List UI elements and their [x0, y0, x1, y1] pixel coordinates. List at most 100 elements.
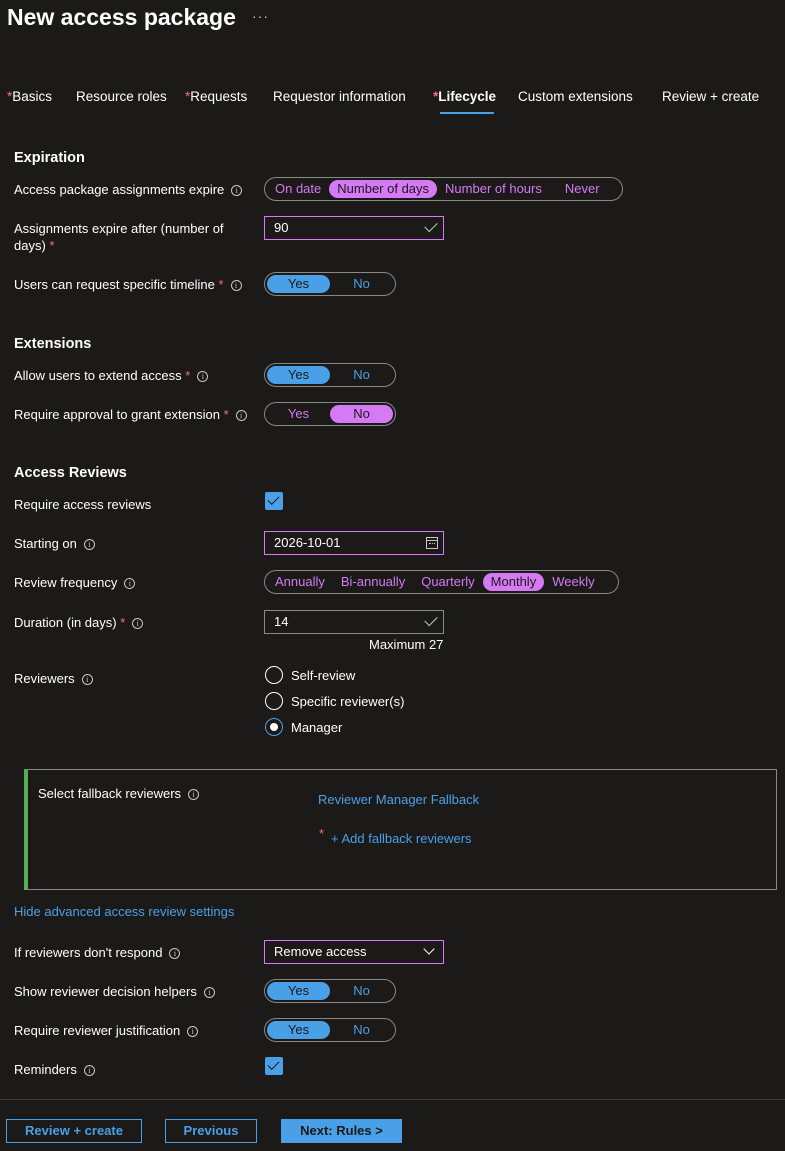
toggle-no[interactable]: No [330, 275, 393, 293]
valid-check-icon [424, 218, 438, 233]
frequency-option-quarterly[interactable]: Quarterly [413, 573, 482, 591]
info-icon[interactable]: i [187, 1026, 199, 1038]
tab-label: Custom extensions [518, 89, 633, 104]
radio-label-self-review[interactable]: Self-review [291, 668, 355, 683]
info-icon[interactable]: i [132, 618, 144, 630]
required-marker: * [120, 615, 126, 630]
reviewers-label-text: Reviewers [14, 671, 75, 686]
toggle-no[interactable]: No [330, 982, 393, 1000]
frequency-choice-group[interactable]: Annually Bi-annually Quarterly Monthly W… [264, 570, 619, 594]
access-reviews-heading: Access Reviews [14, 465, 127, 481]
no-response-label: If reviewers don't respond i [14, 944, 181, 961]
fallback-reviewer-link[interactable]: Reviewer Manager Fallback [318, 792, 479, 807]
tab-label: Requestor information [273, 89, 406, 104]
hide-advanced-settings-link[interactable]: Hide advanced access review settings [14, 904, 234, 919]
justification-toggle[interactable]: Yes No [264, 1018, 396, 1042]
info-icon[interactable]: i [235, 410, 247, 422]
page-title: New access package [7, 4, 236, 30]
info-icon[interactable]: i [83, 1065, 95, 1077]
days-input[interactable]: 90 [264, 216, 444, 240]
info-icon[interactable]: i [197, 371, 209, 383]
toggle-yes[interactable]: Yes [267, 366, 330, 384]
reviewers-label: Reviewers i [14, 670, 93, 687]
info-icon[interactable]: i [230, 280, 242, 292]
active-tab-indicator [440, 112, 494, 114]
toggle-yes[interactable]: Yes [267, 1021, 330, 1039]
info-icon[interactable]: i [169, 948, 181, 960]
expire-choice-group[interactable]: On date Number of days Number of hours N… [264, 177, 623, 201]
tab-custom-extensions[interactable]: Custom extensions [518, 89, 633, 104]
tab-label: Basics [12, 89, 53, 104]
toggle-no[interactable]: No [330, 405, 393, 423]
tab-label: Review + create [662, 89, 760, 104]
expire-option-number-of-days[interactable]: Number of days [329, 180, 438, 198]
toggle-yes[interactable]: Yes [267, 275, 330, 293]
expire-option-never[interactable]: Never [557, 180, 608, 198]
review-create-button[interactable]: Review + create [6, 1119, 142, 1143]
starting-label-text: Starting on [14, 536, 77, 551]
tab-requestor-information[interactable]: Requestor information [273, 89, 406, 104]
helpers-toggle[interactable]: Yes No [264, 979, 396, 1003]
expiration-heading: Expiration [14, 150, 85, 166]
justification-label: Require reviewer justification i [14, 1022, 199, 1039]
extend-label: Allow users to extend access * i [14, 367, 209, 384]
toggle-yes[interactable]: Yes [267, 982, 330, 1000]
radio-specific-reviewers[interactable] [265, 692, 283, 710]
tab-label: Resource roles [76, 89, 167, 104]
info-icon[interactable]: i [124, 578, 136, 590]
info-icon[interactable]: i [83, 539, 95, 551]
days-label-line1: Assignments expire after (number of [14, 221, 224, 236]
toggle-no[interactable]: No [330, 1021, 393, 1039]
approval-label: Require approval to grant extension * i [14, 406, 247, 423]
expire-option-number-of-hours[interactable]: Number of hours [437, 180, 550, 198]
tab-label: Requests [190, 89, 248, 104]
reminders-checkbox[interactable] [265, 1057, 283, 1075]
fallback-label-text: Select fallback reviewers [38, 786, 182, 801]
expire-option-on-date[interactable]: On date [267, 180, 329, 198]
require-reviews-checkbox[interactable] [265, 492, 283, 510]
tab-resource-roles[interactable]: Resource roles [76, 89, 167, 104]
reminders-label: Reminders i [14, 1061, 95, 1078]
approval-toggle[interactable]: Yes No [264, 402, 396, 426]
tab-review-create[interactable]: Review + create [662, 89, 759, 104]
no-response-label-text: If reviewers don't respond [14, 945, 163, 960]
no-response-dropdown[interactable]: Remove access [264, 940, 444, 964]
add-fallback-reviewers-link[interactable]: + Add fallback reviewers [331, 831, 472, 846]
radio-manager[interactable] [265, 718, 283, 736]
previous-button[interactable]: Previous [165, 1119, 257, 1143]
frequency-option-bi-annually[interactable]: Bi-annually [333, 573, 413, 591]
timeline-label: Users can request specific timeline * i [14, 276, 242, 293]
duration-input-value: 14 [274, 614, 289, 629]
next-rules-button[interactable]: Next: Rules > [281, 1119, 402, 1143]
days-label-line2: days) [14, 238, 46, 253]
extend-toggle[interactable]: Yes No [264, 363, 396, 387]
timeline-toggle[interactable]: Yes No [264, 272, 396, 296]
duration-input[interactable]: 14 [264, 610, 444, 634]
info-icon[interactable]: i [203, 987, 215, 999]
frequency-option-monthly[interactable]: Monthly [482, 573, 545, 591]
info-icon[interactable]: i [188, 789, 200, 801]
frequency-label: Review frequency i [14, 574, 136, 591]
more-options-icon[interactable]: ··· [252, 8, 269, 24]
days-input-value: 90 [274, 220, 289, 235]
frequency-option-weekly[interactable]: Weekly [544, 573, 602, 591]
tab-requests[interactable]: *Requests [185, 89, 247, 104]
justification-label-text: Require reviewer justification [14, 1023, 181, 1038]
frequency-option-annually[interactable]: Annually [267, 573, 333, 591]
info-icon[interactable]: i [231, 185, 243, 197]
radio-label-manager[interactable]: Manager [291, 720, 342, 735]
expire-label: Access package assignments expire i [14, 181, 243, 198]
tab-basics[interactable]: *Basics [7, 89, 52, 104]
toggle-yes[interactable]: Yes [267, 405, 330, 423]
tab-lifecycle[interactable]: *Lifecycle [433, 89, 496, 104]
info-icon[interactable]: i [81, 674, 93, 686]
radio-label-specific-reviewers[interactable]: Specific reviewer(s) [291, 694, 404, 709]
toggle-no[interactable]: No [330, 366, 393, 384]
approval-label-text: Require approval to grant extension [14, 407, 220, 422]
calendar-icon[interactable] [426, 537, 438, 549]
duration-label: Duration (in days) * i [14, 614, 144, 631]
starting-date-input[interactable]: 2026-10-01 [264, 531, 444, 555]
duration-label-text: Duration (in days) [14, 615, 117, 630]
required-marker: * [223, 407, 229, 422]
radio-self-review[interactable] [265, 666, 283, 684]
